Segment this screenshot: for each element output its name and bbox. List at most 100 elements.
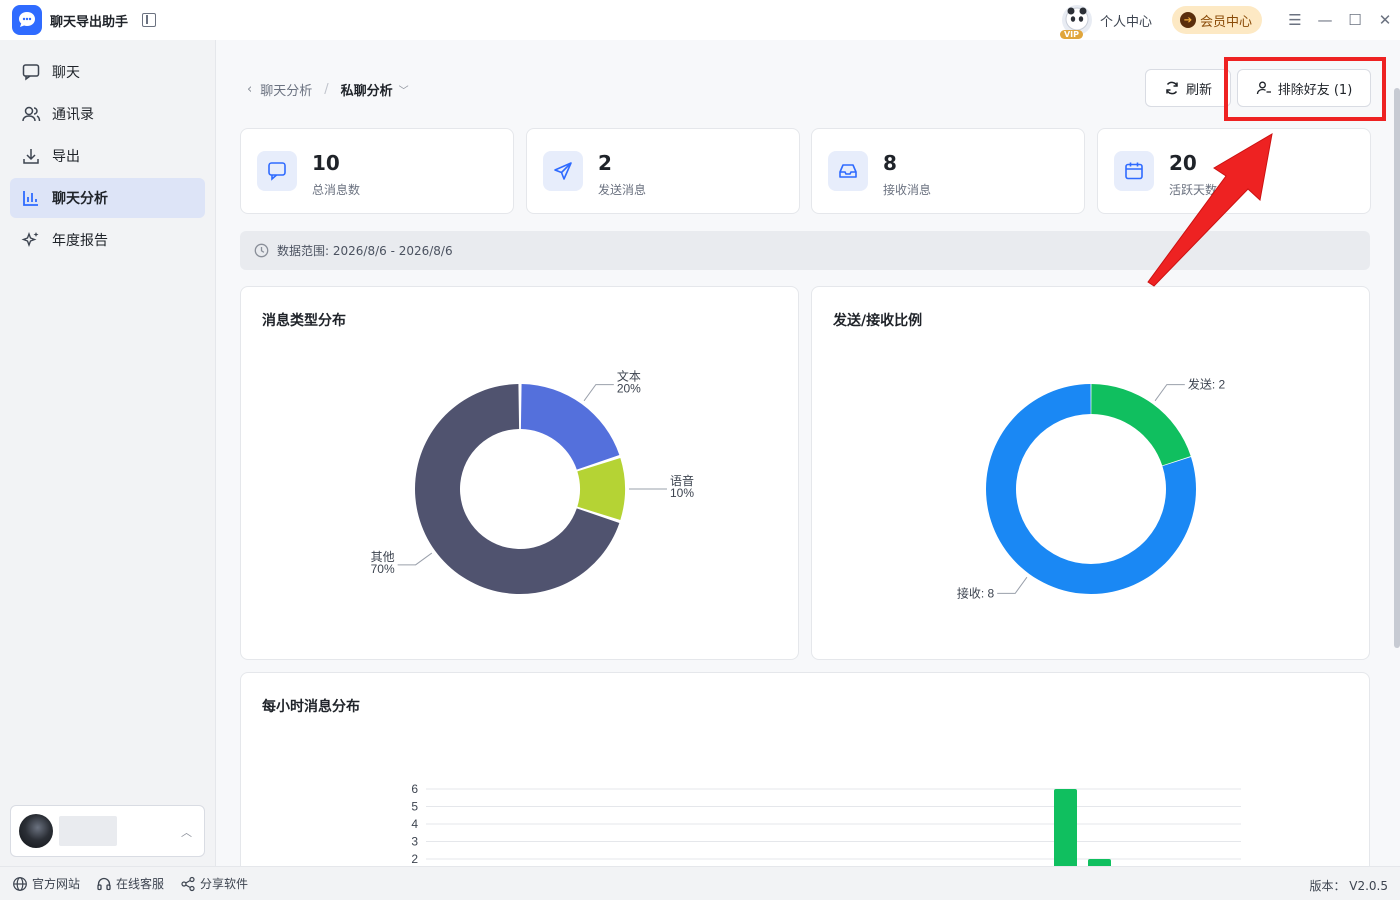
message-type-donut: 文本20%语音10%其他70% (371, 369, 694, 594)
slice-label: 20% (617, 382, 641, 396)
headset-icon (97, 877, 111, 890)
y-tick-label: 2 (411, 852, 418, 866)
label-leader-line (997, 576, 1028, 594)
bar[interactable] (1088, 859, 1111, 866)
share-software-label: 分享软件 (200, 877, 249, 891)
annotation-highlight-box (1224, 57, 1386, 121)
label-leader-line (1154, 384, 1185, 402)
sidebar: 聊天 通讯录 导出 聊天分析 年度报告 ︿ (0, 40, 216, 866)
stat-value: 8 (883, 151, 897, 175)
sidebar-item-label: 年度报告 (52, 233, 108, 249)
bar[interactable] (1054, 789, 1077, 866)
chevron-left-icon[interactable]: ‹ (247, 82, 252, 97)
app-logo (12, 5, 42, 35)
y-tick-label: 6 (411, 782, 418, 796)
sidebar-item-label: 聊天分析 (52, 191, 108, 207)
breadcrumb-separator: / (324, 82, 329, 97)
sidebar-item-chat-analysis[interactable]: 聊天分析 (10, 178, 205, 218)
clock-icon (254, 243, 269, 258)
vip-badge: VIP (1059, 30, 1083, 39)
sparkle-icon (20, 229, 42, 251)
chevron-down-icon[interactable]: ﹀ (399, 82, 409, 97)
menu-icon[interactable]: ☰ (1280, 0, 1310, 40)
download-icon (20, 145, 42, 167)
slice-label: 接收: 8 (957, 585, 995, 600)
online-support-label: 在线客服 (116, 877, 165, 891)
stat-label: 活跃天数 (1169, 183, 1218, 197)
minimize-icon[interactable]: — (1310, 0, 1340, 40)
version-label: 版本： V2.0.5 (1309, 879, 1388, 893)
sidebar-item-chat[interactable]: 聊天 (10, 52, 205, 92)
y-tick-label: 4 (411, 817, 418, 831)
slice-0[interactable] (1091, 384, 1191, 466)
stat-label: 总消息数 (312, 183, 361, 197)
calendar-icon (1114, 151, 1154, 191)
chat-bubble-icon (20, 61, 42, 83)
slice-label: 10% (670, 486, 694, 500)
stat-label: 发送消息 (598, 183, 647, 197)
y-tick-label: 5 (411, 800, 418, 814)
breadcrumb: ‹ 聊天分析 / 私聊分析 ﹀ (247, 80, 409, 99)
stat-value: 10 (312, 151, 340, 175)
send-receive-donut: 发送: 2 接收: 8 (957, 377, 1226, 601)
contacts-icon (20, 103, 42, 125)
breadcrumb-current[interactable]: 私聊分析 (341, 80, 393, 99)
title-bar: 聊天导出助手 VIP 个人中心 ➔ 会员中心 ☰ — ☐ ✕ (0, 0, 1400, 40)
slice-1[interactable] (577, 458, 626, 520)
sidebar-item-annual-report[interactable]: 年度报告 (10, 220, 205, 260)
date-range-bar: 数据范围: 2026/8/6 - 2026/8/6 (240, 231, 1370, 270)
stat-label: 接收消息 (883, 183, 932, 197)
share-software-link[interactable]: 分享软件 (180, 875, 248, 892)
message-icon (257, 151, 297, 191)
chevron-up-icon: ︿ (181, 826, 192, 839)
app-logo-icon (19, 12, 35, 27)
sidebar-item-export[interactable]: 导出 (10, 136, 205, 176)
slice-label: 70% (371, 562, 395, 576)
maximize-icon[interactable]: ☐ (1340, 0, 1370, 40)
avatar (19, 814, 53, 848)
breadcrumb-parent[interactable]: 聊天分析 (260, 80, 312, 99)
main-content: ‹ 聊天分析 / 私聊分析 ﹀ 刷新 排除好友 (1) 10 总消息数 2 发送… (217, 40, 1400, 866)
label-leader-line (397, 552, 433, 566)
refresh-icon (1166, 81, 1178, 95)
stat-card-total: 10 总消息数 (240, 128, 514, 214)
vip-avatar[interactable]: VIP (1059, 5, 1092, 39)
hourly-bar-chart: 6 5 4 3 2 (411, 782, 1241, 866)
bar-chart-icon (20, 187, 42, 209)
online-support-link[interactable]: 在线客服 (96, 875, 164, 892)
slice-label: 发送: 2 (1188, 377, 1226, 392)
account-switcher[interactable]: ︿ (10, 805, 205, 857)
label-leader-line (583, 384, 614, 402)
stat-value: 2 (598, 151, 612, 175)
arrow-right-icon: ➔ (1179, 12, 1196, 28)
stat-card-active-days: 20 活跃天数 (1097, 128, 1371, 214)
refresh-label: 刷新 (1185, 82, 1212, 98)
send-icon (543, 151, 583, 191)
footer-bar: 官方网站 在线客服 分享软件 版本： V2.0.5 (0, 866, 1400, 900)
stat-value: 20 (1169, 151, 1197, 175)
share-icon (181, 876, 195, 891)
scrollbar[interactable] (1394, 88, 1400, 648)
refresh-button[interactable]: 刷新 (1145, 69, 1231, 107)
message-type-panel: 消息类型分布 文本 20% 语音 10% 其他 70% (240, 286, 799, 660)
member-center-button[interactable]: ➔ 会员中心 (1171, 6, 1262, 34)
sidebar-item-label: 聊天 (52, 65, 80, 81)
stat-card-received: 8 接收消息 (811, 128, 1085, 214)
inbox-icon (828, 151, 868, 191)
sidebar-item-label: 导出 (52, 149, 80, 165)
date-range-text: 数据范围: 2026/8/6 - 2026/8/6 (277, 244, 453, 258)
sidebar-item-label: 通讯录 (52, 107, 94, 123)
personal-center-link[interactable]: 个人中心 (1100, 11, 1152, 30)
close-icon[interactable]: ✕ (1370, 0, 1400, 40)
slice-0[interactable] (520, 384, 620, 470)
globe-icon (13, 876, 27, 891)
y-tick-label: 3 (411, 835, 418, 849)
official-website-link[interactable]: 官方网站 (12, 875, 80, 892)
sidebar-item-contacts[interactable]: 通讯录 (10, 94, 205, 134)
official-website-label: 官方网站 (32, 877, 81, 891)
send-receive-panel: 发送/接收比例 发送: 2 接收: 8 (811, 286, 1370, 660)
member-center-label: 会员中心 (1199, 14, 1252, 30)
stat-card-sent: 2 发送消息 (526, 128, 800, 214)
account-name-redacted (59, 816, 117, 846)
sidebar-toggle-icon[interactable] (142, 13, 157, 27)
